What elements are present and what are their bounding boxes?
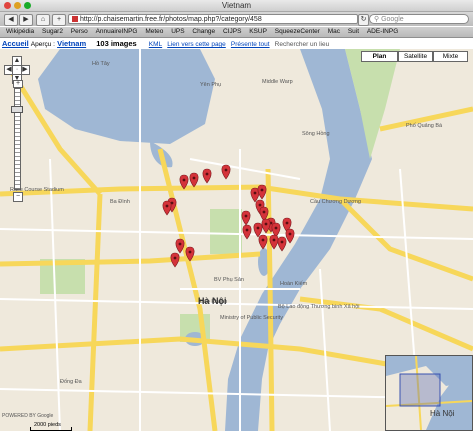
bookmark-item[interactable]: Wikipédia xyxy=(6,27,34,37)
photo-marker-icon[interactable] xyxy=(277,236,287,252)
forward-button[interactable]: ▶ xyxy=(19,14,33,26)
bookmark-item[interactable]: Meteo xyxy=(145,27,163,37)
back-button[interactable]: ◀ xyxy=(4,14,18,26)
window-title: Vietnam xyxy=(221,1,252,10)
photo-marker-icon[interactable] xyxy=(269,234,279,250)
photo-marker-icon[interactable] xyxy=(162,200,172,216)
search-input[interactable]: ⚲ Google xyxy=(369,14,469,24)
bookmark-item[interactable]: KSUP xyxy=(249,27,267,37)
bookmark-item[interactable]: Change xyxy=(192,27,215,37)
bookmark-item[interactable]: Perso xyxy=(71,27,88,37)
browser-toolbar: ◀ ▶ ⌂ + http://p.chaisemartin.free.fr/ph… xyxy=(0,12,473,26)
kml-link[interactable]: KML xyxy=(149,41,162,48)
map-canvas[interactable]: Plan Satellite Mixte ▲ ◀ ▶ · ▼ − + Yên P… xyxy=(0,49,473,431)
photo-marker-icon[interactable] xyxy=(179,174,189,190)
add-bookmark-button[interactable]: + xyxy=(52,14,66,26)
photo-marker-icon[interactable] xyxy=(189,172,199,188)
photo-marker-icon[interactable] xyxy=(242,224,252,240)
bookmarks-bar: Wikipédia Sugar2 Perso AnnuaireINPG Mete… xyxy=(0,27,473,38)
url-text: http://p.chaisemartin.free.fr/photos/map… xyxy=(80,16,262,23)
home-link[interactable]: Accueil xyxy=(2,39,29,48)
overview-graphic xyxy=(386,356,472,430)
reload-button[interactable]: ↻ xyxy=(358,14,369,26)
link-page-link[interactable]: Lien vers cette page xyxy=(167,41,226,48)
photo-marker-icon[interactable] xyxy=(185,246,195,262)
photo-marker-icon[interactable] xyxy=(258,234,268,250)
bookmark-item[interactable]: Sugar2 xyxy=(42,27,63,37)
photo-marker-icon[interactable] xyxy=(261,218,271,234)
photo-marker-icon[interactable] xyxy=(202,168,212,184)
show-all-link[interactable]: Présente tout xyxy=(231,41,270,48)
favicon-icon xyxy=(72,16,78,23)
photo-marker-icon[interactable] xyxy=(241,210,251,226)
photo-marker-icon[interactable] xyxy=(285,228,295,244)
image-count: 103 images xyxy=(96,39,137,48)
photo-marker-icon[interactable] xyxy=(170,252,180,268)
category-link[interactable]: Vietnam xyxy=(57,39,86,48)
photo-marker-icon[interactable] xyxy=(221,164,231,180)
scale-bar xyxy=(30,427,72,431)
bookmark-item[interactable]: CIJPS xyxy=(223,27,241,37)
photo-marker-icon[interactable] xyxy=(253,222,263,238)
overview-label: Aperçu : xyxy=(30,41,55,48)
overview-city-label: Hà Nội xyxy=(430,409,455,418)
search-place-label[interactable]: Rechercher un lieu xyxy=(275,41,330,48)
page-header: Accueil Aperçu : Vietnam 103 images KML … xyxy=(0,38,473,49)
title-bar: Vietnam xyxy=(0,0,473,12)
search-placeholder: Google xyxy=(381,16,404,23)
bookmark-item[interactable]: AnnuaireINPG xyxy=(96,27,138,37)
home-button[interactable]: ⌂ xyxy=(36,14,50,26)
bookmark-item[interactable]: SqueezeCenter xyxy=(275,27,320,37)
bookmark-item[interactable]: ADE-INPG xyxy=(367,27,398,37)
powered-by-google: POWERED BY Google xyxy=(2,413,54,419)
url-bar[interactable]: http://p.chaisemartin.free.fr/photos/map… xyxy=(68,14,358,24)
bookmark-item[interactable]: UPS xyxy=(171,27,184,37)
bookmark-item[interactable]: Mac xyxy=(328,27,340,37)
bookmark-item[interactable]: Suit xyxy=(348,27,359,37)
photo-marker-icon[interactable] xyxy=(175,238,185,254)
photo-marker-icon[interactable] xyxy=(257,184,267,200)
overview-map[interactable]: Hà Nội xyxy=(385,355,473,431)
